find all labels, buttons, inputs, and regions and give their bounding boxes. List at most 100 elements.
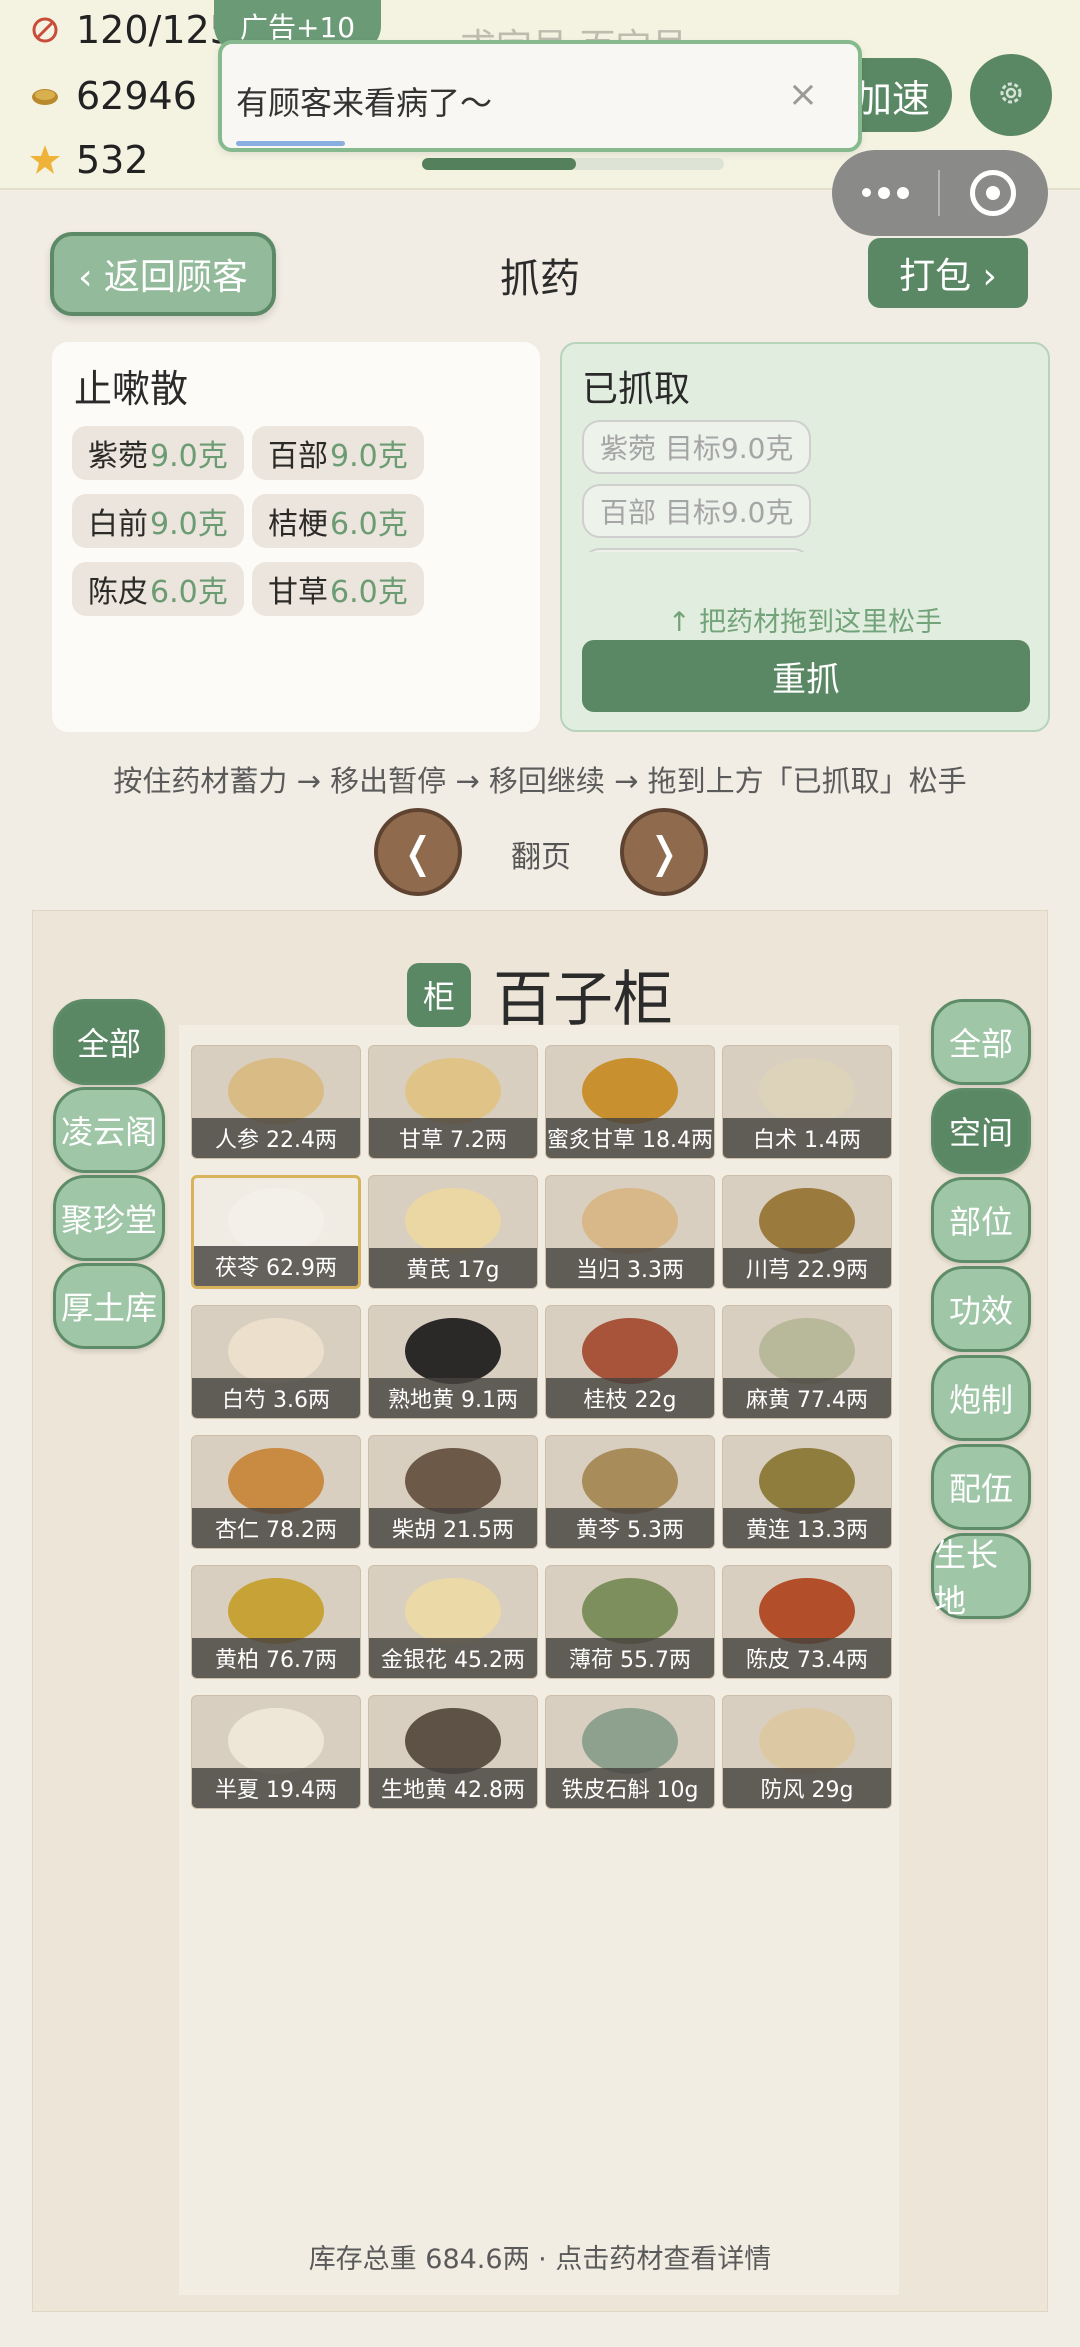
filter-tab-6[interactable]: 生长地: [931, 1533, 1031, 1620]
herb-label: 柴胡 21.5两: [369, 1508, 537, 1548]
herb-drawer[interactable]: 人参 22.4两: [191, 1045, 361, 1159]
regrab-button[interactable]: 重抓: [582, 640, 1030, 712]
herb-image: [228, 1317, 324, 1384]
herb-drawer[interactable]: 当归 3.3两: [545, 1175, 715, 1289]
herb-drawer[interactable]: 白术 1.4两: [722, 1045, 892, 1159]
herb-dose: 6.0克: [330, 575, 408, 610]
filter-tab-4[interactable]: 炮制: [931, 1355, 1031, 1441]
health-value: 120/125: [76, 8, 234, 52]
drop-hint: ↑ 把药材拖到这里松手: [667, 607, 943, 638]
herb-name: 桔梗: [268, 507, 328, 542]
prescription-item: 甘草 6.0克: [252, 562, 424, 616]
herb-drawer[interactable]: 白芍 3.6两: [191, 1305, 361, 1419]
herb-drawer[interactable]: 铁皮石斛 10g: [545, 1695, 715, 1809]
herb-label: 黄柏 76.7两: [192, 1638, 360, 1678]
herb-image: [759, 1447, 855, 1514]
herb-drawer[interactable]: 半夏 19.4两: [191, 1695, 361, 1809]
herb-dose: 6.0克: [150, 575, 228, 610]
settings-button[interactable]: [970, 54, 1052, 136]
herb-image: [228, 1577, 324, 1644]
herb-dose: 9.0克: [150, 439, 228, 474]
herb-image: [759, 1577, 855, 1644]
filter-tab-3[interactable]: 功效: [931, 1266, 1031, 1352]
herb-dose: 9.0克: [330, 439, 408, 474]
filter-tab-1[interactable]: 空间: [931, 1088, 1031, 1174]
coin-icon: [28, 79, 62, 113]
scroll-progress-bar: [422, 158, 724, 170]
close-icon[interactable]: ×: [788, 74, 818, 115]
more-menu-icon[interactable]: [832, 187, 938, 199]
herb-drawer[interactable]: 黄芩 5.3两: [545, 1435, 715, 1549]
stars-stat: 532: [28, 138, 149, 182]
herb-drawer[interactable]: 生地黄 42.8两: [368, 1695, 538, 1809]
picked-title: 已抓取: [582, 369, 691, 410]
herb-label: 防风 29g: [723, 1768, 891, 1808]
coins-value: 62946: [76, 74, 197, 118]
herb-image: [582, 1577, 678, 1644]
herb-drawer[interactable]: 金银花 45.2两: [368, 1565, 538, 1679]
miniprogram-capsule: [832, 150, 1048, 236]
next-page-button[interactable]: ❭: [620, 808, 708, 896]
prescription-item: 百部 9.0克: [252, 426, 424, 480]
herb-image: [405, 1187, 501, 1254]
herb-image: [582, 1317, 678, 1384]
herb-image: [759, 1187, 855, 1254]
herb-image: [582, 1187, 678, 1254]
herb-drawer[interactable]: 川芎 22.9两: [722, 1175, 892, 1289]
herb-drawer[interactable]: 茯苓 62.9两: [191, 1175, 361, 1289]
picked-item[interactable]: 百部 目标9.0克: [582, 484, 812, 538]
herb-drawer[interactable]: 麻黄 77.4两: [722, 1305, 892, 1419]
toast-message: 有顾客来看病了～: [236, 84, 493, 122]
herb-drawer[interactable]: 柴胡 21.5两: [368, 1435, 538, 1549]
herb-drawer[interactable]: 蜜炙甘草 18.4两: [545, 1045, 715, 1159]
prescription-item: 陈皮 6.0克: [72, 562, 244, 616]
herb-label: 白术 1.4两: [723, 1118, 891, 1158]
herb-image: [582, 1057, 678, 1124]
herb-drawer[interactable]: 薄荷 55.7两: [545, 1565, 715, 1679]
herb-name: 甘草: [268, 575, 328, 610]
cabinet-tab-2[interactable]: 聚珍堂: [53, 1175, 165, 1261]
herb-label: 陈皮 73.4两: [723, 1638, 891, 1678]
herb-drawer[interactable]: 黄连 13.3两: [722, 1435, 892, 1549]
herb-image: [405, 1577, 501, 1644]
herb-drawer[interactable]: 甘草 7.2两: [368, 1045, 538, 1159]
herb-drawer[interactable]: 黄芪 17g: [368, 1175, 538, 1289]
herb-label: 茯苓 62.9两: [194, 1246, 358, 1286]
herb-image: [405, 1317, 501, 1384]
gear-icon: [996, 78, 1026, 112]
cabinet-tab-1[interactable]: 凌云阁: [53, 1087, 165, 1173]
cabinet-tab-0[interactable]: 全部: [53, 999, 165, 1085]
prescription-name: 止嗽散: [74, 367, 189, 411]
cabinet-tab-3[interactable]: 厚土库: [53, 1263, 165, 1349]
notification-toast[interactable]: 有顾客来看病了～ ×: [218, 40, 862, 152]
herb-drawer[interactable]: 熟地黄 9.1两: [368, 1305, 538, 1419]
herb-drawer[interactable]: 黄柏 76.7两: [191, 1565, 361, 1679]
herb-label: 生地黄 42.8两: [369, 1768, 537, 1808]
herb-drawer[interactable]: 桂枝 22g: [545, 1305, 715, 1419]
picked-drop-zone[interactable]: 已抓取 紫菀 目标9.0克百部 目标9.0克白前 目标9.0克 ↑ 把药材拖到这…: [560, 342, 1050, 732]
herb-label: 半夏 19.4两: [192, 1768, 360, 1808]
herb-label: 甘草 7.2两: [369, 1118, 537, 1158]
herb-image: [582, 1707, 678, 1774]
picked-item[interactable]: 紫菀 目标9.0克: [582, 420, 812, 474]
filter-tab-2[interactable]: 部位: [931, 1177, 1031, 1263]
herb-label: 蜜炙甘草 18.4两: [546, 1118, 714, 1158]
pack-button[interactable]: 打包 ›: [868, 238, 1028, 308]
stars-value: 532: [76, 138, 149, 182]
herb-label: 黄芩 5.3两: [546, 1508, 714, 1548]
herb-cabinet: 柜 百子柜 全部 凌云阁 聚珍堂 厚土库 全部 空间 部位 功效 炮制 配伍 生长地 人参 22.…: [32, 910, 1048, 2312]
herb-name: 白前: [88, 507, 148, 542]
herb-drawer[interactable]: 防风 29g: [722, 1695, 892, 1809]
close-miniprogram-icon[interactable]: [940, 170, 1046, 216]
cabinet-tag: 柜: [407, 962, 471, 1027]
herb-grid: 人参 22.4两 甘草 7.2两 蜜炙甘草 18.4两 白术 1.4两茯苓 62.9两…: [191, 1045, 892, 1809]
herb-label: 薄荷 55.7两: [546, 1638, 714, 1678]
herb-label: 杏仁 78.2两: [192, 1508, 360, 1548]
picked-item[interactable]: 白前 目标9.0克: [582, 548, 812, 552]
herb-drawer[interactable]: 陈皮 73.4两: [722, 1565, 892, 1679]
filter-tab-0[interactable]: 全部: [931, 999, 1031, 1085]
filter-tab-5[interactable]: 配伍: [931, 1444, 1031, 1530]
herb-image: [228, 1188, 324, 1255]
herb-drawer[interactable]: 杏仁 78.2两: [191, 1435, 361, 1549]
herb-label: 人参 22.4两: [192, 1118, 360, 1158]
